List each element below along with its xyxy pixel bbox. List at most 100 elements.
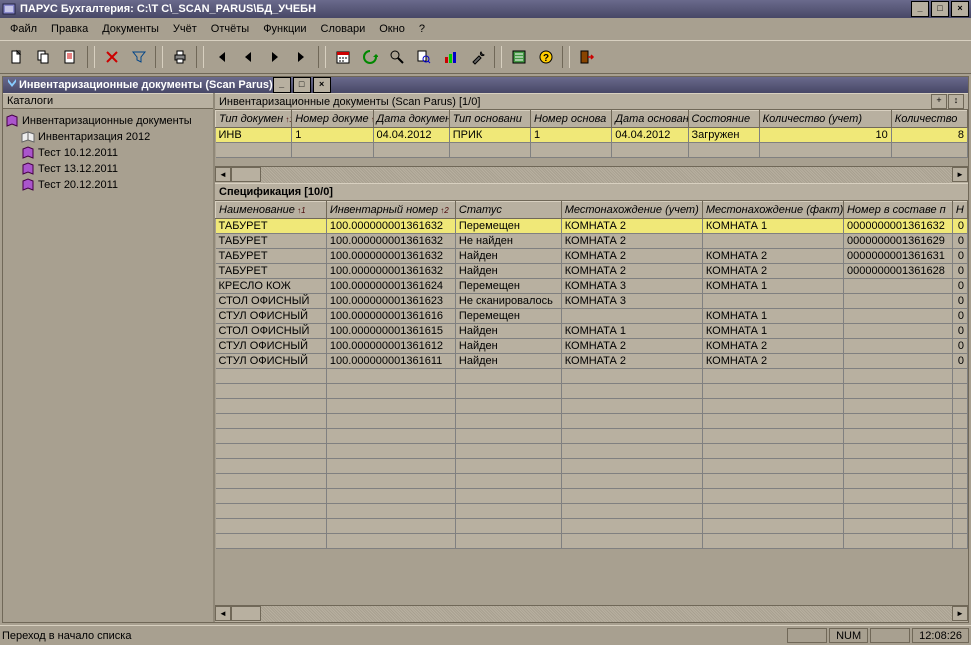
tb-find-icon[interactable] [411, 45, 436, 69]
scroll-left-button[interactable]: ◄ [215, 606, 231, 621]
table-row[interactable] [216, 399, 968, 414]
table-row[interactable] [216, 489, 968, 504]
toolbar: ? [0, 40, 971, 74]
grid-expand-button[interactable]: ↕ [948, 94, 964, 109]
col-qty-acc[interactable]: Количество (учет) [759, 111, 891, 128]
inner-titlebar[interactable]: Инвентаризационные документы (Scan Parus… [3, 77, 968, 93]
table-row[interactable]: КРЕСЛО КОЖ100.000000001361624ПеремещенКО… [216, 279, 968, 294]
grid-add-button[interactable]: + [931, 94, 947, 109]
tb-calendar-icon[interactable] [330, 45, 355, 69]
table-row[interactable] [216, 474, 968, 489]
table-row[interactable] [216, 384, 968, 399]
menu-help[interactable]: ? [413, 22, 431, 36]
tb-edit-icon[interactable] [58, 45, 83, 69]
tb-chart-icon[interactable] [438, 45, 463, 69]
table-row[interactable] [216, 519, 968, 534]
table-row[interactable]: СТУЛ ОФИСНЫЙ100.000000001361616Перемещен… [216, 309, 968, 324]
documents-grid[interactable]: Тип докумен ↑1 Номер докуме ↑2 Дата доку… [215, 110, 968, 158]
table-row[interactable]: ТАБУРЕТ100.000000001361632Не найденКОМНА… [216, 234, 968, 249]
tb-print-icon[interactable] [167, 45, 192, 69]
inner-window: Инвентаризационные документы (Scan Parus… [2, 76, 969, 623]
spec-grid[interactable]: Наименование ↑1 Инвентарный номер ↑2 Ста… [215, 201, 968, 549]
table-row[interactable] [216, 534, 968, 549]
tb-first-icon[interactable] [208, 45, 233, 69]
col-base-type[interactable]: Тип основани [449, 111, 530, 128]
col-doc-type[interactable]: Тип докумен ↑1 [216, 111, 292, 128]
menu-reports[interactable]: Отчёты [205, 22, 255, 36]
h-scrollbar[interactable]: ◄ ► [215, 605, 968, 622]
scroll-thumb[interactable] [231, 606, 261, 621]
menu-file[interactable]: Файл [4, 22, 43, 36]
tree-root[interactable]: Инвентаризационные документы [5, 113, 211, 129]
inner-minimize-button[interactable]: _ [273, 77, 291, 93]
minimize-button[interactable]: _ [911, 1, 929, 17]
col-inv[interactable]: Инвентарный номер ↑2 [326, 202, 455, 219]
scroll-right-button[interactable]: ► [952, 606, 968, 621]
tree-item[interactable]: Тест 13.12.2011 [5, 161, 211, 177]
menu-dictionaries[interactable]: Словари [315, 22, 372, 36]
tb-last-icon[interactable] [289, 45, 314, 69]
tb-filter-icon[interactable] [126, 45, 151, 69]
tree-item[interactable]: Тест 20.12.2011 [5, 177, 211, 193]
grid-header-row[interactable]: Наименование ↑1 Инвентарный номер ↑2 Ста… [216, 202, 968, 219]
titlebar[interactable]: ПАРУС Бухгалтерия: C:\T C\_SCAN_PARUS\БД… [0, 0, 971, 18]
table-row[interactable]: ИНВ104.04.2012ПРИК104.04.2012Загружен108 [216, 128, 968, 143]
tb-config-icon[interactable] [506, 45, 531, 69]
tb-next-icon[interactable] [262, 45, 287, 69]
inner-maximize-button[interactable]: □ [293, 77, 311, 93]
tb-copy-icon[interactable] [31, 45, 56, 69]
col-state[interactable]: Состояние [688, 111, 759, 128]
menu-functions[interactable]: Функции [257, 22, 312, 36]
tree-item[interactable]: Тест 10.12.2011 [5, 145, 211, 161]
scroll-left-button[interactable]: ◄ [215, 167, 231, 182]
col-loc-fact[interactable]: Местонахождение (факт) [702, 202, 843, 219]
tb-delete-icon[interactable] [99, 45, 124, 69]
table-row[interactable]: СТУЛ ОФИСНЫЙ100.000000001361612НайденКОМ… [216, 339, 968, 354]
table-row[interactable]: СТОЛ ОФИСНЫЙ100.000000001361623Не сканир… [216, 294, 968, 309]
maximize-button[interactable]: □ [931, 1, 949, 17]
catalog-tree[interactable]: Инвентаризационные документы Инвентариза… [3, 109, 213, 622]
tb-exit-icon[interactable] [574, 45, 599, 69]
tb-refresh-icon[interactable] [357, 45, 382, 69]
table-row[interactable] [216, 143, 968, 158]
tree-item[interactable]: Инвентаризация 2012 [5, 129, 211, 145]
scroll-thumb[interactable] [231, 167, 261, 182]
table-row[interactable]: ТАБУРЕТ100.000000001361632НайденКОМНАТА … [216, 264, 968, 279]
inner-close-button[interactable]: × [313, 77, 331, 93]
table-row[interactable]: СТОЛ ОФИСНЫЙ100.000000001361615НайденКОМ… [216, 324, 968, 339]
tb-prev-icon[interactable] [235, 45, 260, 69]
menu-window[interactable]: Окно [373, 22, 411, 36]
col-doc-date[interactable]: Дата докумен [373, 111, 449, 128]
col-group-num[interactable]: Номер в составе п [843, 202, 952, 219]
table-row[interactable]: СТУЛ ОФИСНЫЙ100.000000001361611НайденКОМ… [216, 354, 968, 369]
table-row[interactable] [216, 429, 968, 444]
menu-documents[interactable]: Документы [96, 22, 165, 36]
col-base-num[interactable]: Номер основа [531, 111, 612, 128]
table-row[interactable] [216, 504, 968, 519]
table-row[interactable] [216, 369, 968, 384]
tb-tools-icon[interactable] [465, 45, 490, 69]
table-row[interactable] [216, 444, 968, 459]
col-n[interactable]: Н [952, 202, 967, 219]
col-name[interactable]: Наименование ↑1 [216, 202, 327, 219]
table-row[interactable] [216, 459, 968, 474]
col-status[interactable]: Статус [455, 202, 561, 219]
tb-new-icon[interactable] [4, 45, 29, 69]
col-loc-acc[interactable]: Местонахождение (учет) [561, 202, 702, 219]
h-scrollbar[interactable]: ◄ ► [215, 166, 968, 183]
tb-help-icon[interactable]: ? [533, 45, 558, 69]
grid-header-row[interactable]: Тип докумен ↑1 Номер докуме ↑2 Дата доку… [216, 111, 968, 128]
scroll-right-button[interactable]: ► [952, 167, 968, 182]
close-button[interactable]: × [951, 1, 969, 17]
table-row[interactable] [216, 414, 968, 429]
col-qty[interactable]: Количество [891, 111, 967, 128]
menu-edit[interactable]: Правка [45, 22, 94, 36]
app-title: ПАРУС Бухгалтерия: C:\T C\_SCAN_PARUS\БД… [20, 3, 316, 15]
menu-accounting[interactable]: Учёт [167, 22, 203, 36]
main-window: ПАРУС Бухгалтерия: C:\T C\_SCAN_PARUS\БД… [0, 0, 971, 645]
tb-search-icon[interactable] [384, 45, 409, 69]
table-row[interactable]: ТАБУРЕТ100.000000001361632ПеремещенКОМНА… [216, 219, 968, 234]
col-doc-num[interactable]: Номер докуме ↑2 [292, 111, 373, 128]
table-row[interactable]: ТАБУРЕТ100.000000001361632НайденКОМНАТА … [216, 249, 968, 264]
col-base-date[interactable]: Дата основан [612, 111, 688, 128]
